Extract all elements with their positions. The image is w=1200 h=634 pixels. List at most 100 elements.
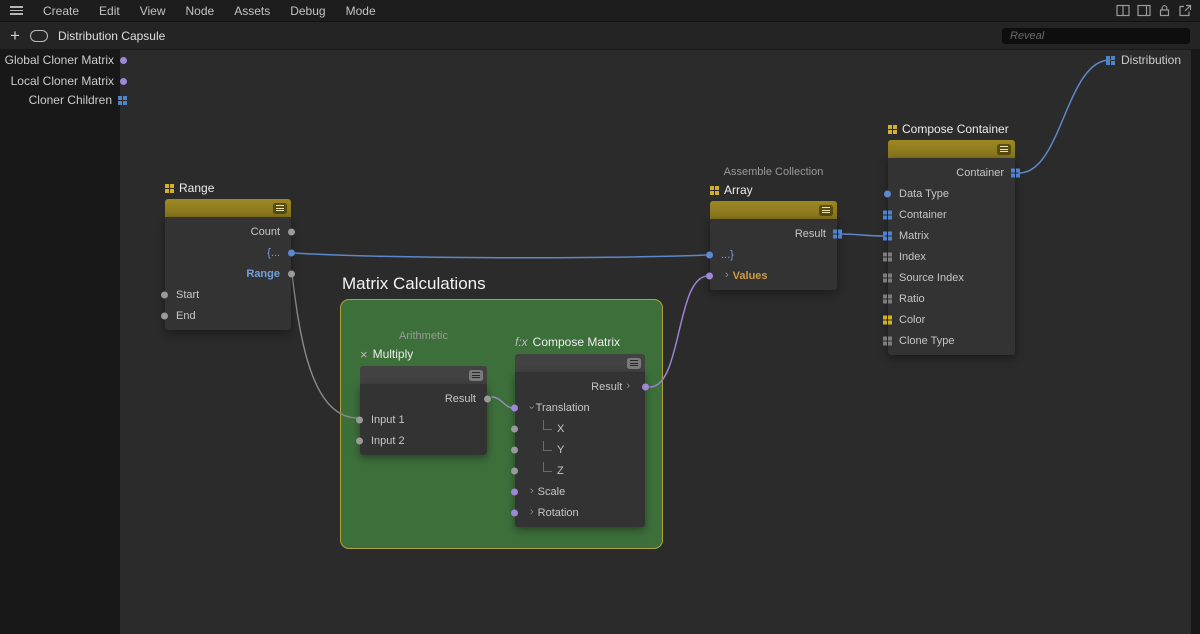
split-view-right-icon[interactable] (1137, 4, 1151, 17)
node-array[interactable]: Assemble Collection Array Result ...} › … (710, 166, 837, 290)
node-range[interactable]: Range Count {... Range Start (165, 180, 291, 330)
lock-icon[interactable] (1158, 4, 1171, 17)
menu-assets[interactable]: Assets (224, 0, 280, 22)
chevron-right-icon[interactable]: › (530, 486, 534, 497)
node-titlebar[interactable] (360, 366, 487, 384)
port-values-in[interactable] (706, 272, 713, 279)
node-titlebar[interactable] (165, 199, 291, 217)
wire-container-to-distribution[interactable] (1019, 60, 1110, 173)
port-row: Data Type (888, 183, 1015, 204)
port-ratio-in[interactable] (883, 294, 892, 303)
port-collection-in[interactable] (706, 251, 713, 258)
node-menu-button[interactable] (819, 205, 833, 216)
port-label: Count (251, 226, 280, 238)
port-row: › Scale (515, 481, 645, 502)
port-label: Scale (538, 486, 566, 498)
port-source-index-in[interactable] (883, 273, 892, 282)
node-menu-button[interactable] (627, 358, 641, 369)
menu-debug[interactable]: Debug (280, 0, 335, 22)
port-row: Range (165, 263, 291, 284)
port-label: Values (733, 270, 768, 282)
port-result-out[interactable] (484, 395, 491, 402)
capsule-output-distribution: Distribution (1106, 52, 1181, 68)
tree-connector (543, 420, 552, 430)
port-result-out[interactable] (833, 229, 842, 238)
menu-edit[interactable]: Edit (89, 0, 130, 22)
reveal-search-input[interactable] (1002, 28, 1190, 44)
port-count-out[interactable] (288, 228, 295, 235)
port-container-out[interactable] (1011, 168, 1020, 177)
port-label: Source Index (899, 272, 964, 284)
port-scale-in[interactable] (511, 488, 518, 495)
port-row: {... (165, 242, 291, 263)
chevron-down-icon[interactable]: › (525, 406, 536, 410)
port-end-in[interactable] (161, 312, 168, 319)
grid-port-icon[interactable] (118, 96, 127, 105)
pop-out-icon[interactable] (1178, 4, 1192, 17)
port-y-in[interactable] (511, 446, 518, 453)
menu-node[interactable]: Node (176, 0, 225, 22)
port-label: Rotation (538, 507, 579, 519)
hamburger-menu-icon[interactable] (10, 6, 23, 15)
port-rotation-in[interactable] (511, 509, 518, 516)
port-row: Clone Type (888, 330, 1015, 351)
port-row: › Rotation (515, 502, 645, 523)
port-data-type-in[interactable] (884, 190, 891, 197)
chevron-right-icon[interactable]: › (725, 270, 729, 281)
port-index-in[interactable] (883, 252, 892, 261)
node-compose-matrix[interactable]: f:x Compose Matrix Result › › Translatio… (515, 334, 645, 527)
port-clone-type-in[interactable] (883, 336, 892, 345)
node-titlebar[interactable] (710, 201, 837, 219)
chevron-right-icon[interactable]: › (626, 381, 630, 392)
port-translation-in[interactable] (511, 404, 518, 411)
add-node-button[interactable]: + (10, 27, 20, 44)
menu-view[interactable]: View (130, 0, 176, 22)
menu-create[interactable]: Create (33, 0, 89, 22)
node-menu-button[interactable] (997, 144, 1011, 155)
port-input2-in[interactable] (356, 437, 363, 444)
port-color-in[interactable] (883, 315, 892, 324)
port-row: Result (360, 388, 487, 409)
port-row: Index (888, 246, 1015, 267)
node-titlebar[interactable] (888, 140, 1015, 158)
capsule-input-cloner-children: Cloner Children (0, 92, 129, 108)
port-container-in[interactable] (883, 210, 892, 219)
wire-range-to-array[interactable] (292, 253, 708, 258)
menu-mode[interactable]: Mode (336, 0, 386, 22)
chevron-right-icon[interactable]: › (530, 507, 534, 518)
port-row: Input 1 (360, 409, 487, 430)
split-view-left-icon[interactable] (1116, 4, 1130, 17)
port-label: Result (445, 393, 476, 405)
port-x-in[interactable] (511, 425, 518, 432)
purple-port[interactable] (120, 78, 127, 85)
node-title-row: × Multiply (360, 346, 487, 362)
port-range-out[interactable] (288, 270, 295, 277)
capsule-output-label: Distribution (1121, 53, 1181, 67)
port-row: › Translation (515, 397, 645, 418)
node-menu-button[interactable] (273, 203, 287, 214)
node-titlebar[interactable] (515, 354, 645, 372)
multiply-icon: × (360, 347, 368, 362)
capsule-icon[interactable] (30, 30, 48, 42)
node-compose-container[interactable]: Compose Container Container Data Type Co… (888, 121, 1015, 355)
capsule-input-local-cloner-matrix: Local Cloner Matrix (0, 73, 129, 89)
port-row: Z (515, 460, 645, 481)
breadcrumb[interactable]: Distribution Capsule (58, 29, 165, 43)
port-row: Matrix (888, 225, 1015, 246)
port-row: Result › (515, 376, 645, 397)
node-title: Compose Matrix (533, 335, 620, 349)
node-multiply[interactable]: Arithmetic × Multiply Result Input 1 Inp… (360, 330, 487, 455)
port-input1-in[interactable] (356, 416, 363, 423)
port-collection-out[interactable] (288, 249, 295, 256)
capsule-output-panel (1191, 50, 1200, 634)
grid-port-icon[interactable] (1106, 56, 1115, 65)
port-row: X (515, 418, 645, 439)
port-matrix-in[interactable] (883, 231, 892, 240)
wire-array-to-matrix[interactable] (840, 234, 884, 236)
port-result-out[interactable] (642, 383, 649, 390)
port-row: Result (710, 223, 837, 244)
port-z-in[interactable] (511, 467, 518, 474)
node-menu-button[interactable] (469, 370, 483, 381)
port-start-in[interactable] (161, 291, 168, 298)
purple-port[interactable] (120, 57, 127, 64)
